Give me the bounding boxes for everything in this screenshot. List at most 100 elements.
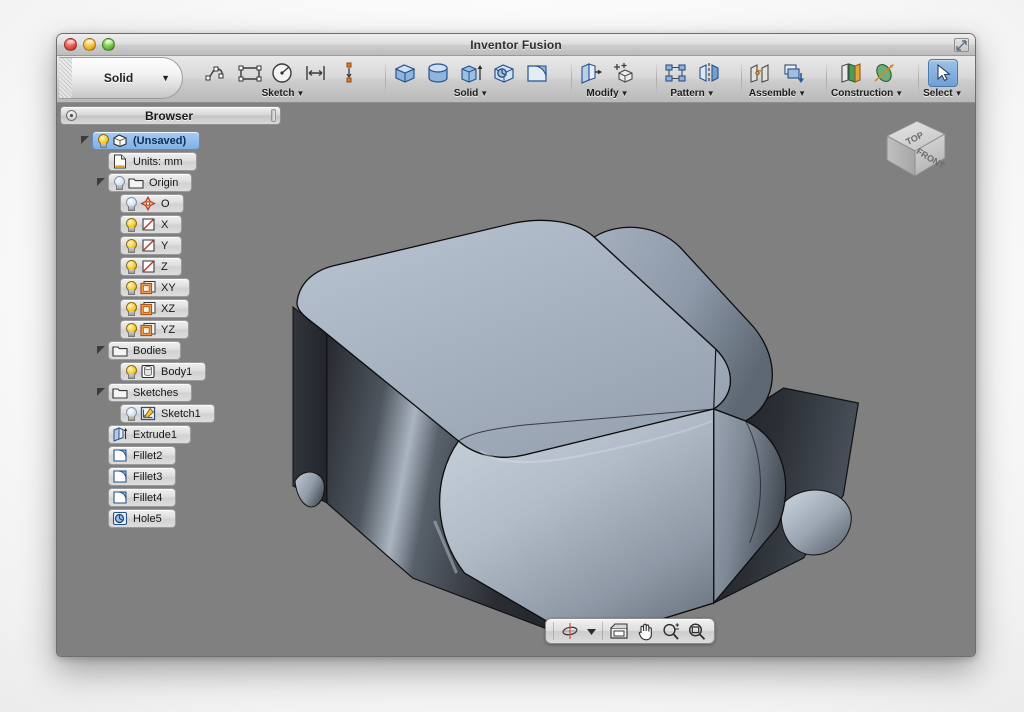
disclosure-triangle-icon[interactable] [97, 346, 106, 355]
toolgroup-label-text: Assemble [748, 88, 797, 99]
tree-item-bodies[interactable]: Bodies [108, 341, 181, 360]
main-content: Browser (Unsaved) Units: mm Origin O X Y Z XY XZ… [57, 103, 975, 657]
tree-item-xy[interactable]: XY [120, 278, 190, 297]
select-arrow-icon[interactable] [927, 59, 958, 87]
visibility-bulb-icon[interactable] [124, 238, 137, 253]
tree-item-sketches[interactable]: Sketches [108, 383, 193, 402]
tree-item-label: Z [161, 260, 168, 273]
construction-plane-icon[interactable] [836, 59, 866, 87]
chevron-down-icon[interactable]: ▼ [955, 88, 963, 99]
chevron-down-icon[interactable]: ▼ [161, 73, 170, 83]
view-cube[interactable]: TOP FRONT [877, 113, 953, 185]
tree-row: (Unsaved) [57, 130, 285, 151]
tree-item-xz[interactable]: XZ [120, 299, 190, 318]
visibility-bulb-icon[interactable] [124, 217, 137, 232]
chevron-down-icon[interactable]: ▼ [895, 88, 903, 99]
chevron-down-icon[interactable]: ▼ [798, 88, 806, 99]
navbar-divider [602, 622, 603, 640]
tree-item-origin[interactable]: Origin [108, 173, 193, 192]
tree-item-hole5[interactable]: Hole5 [108, 509, 176, 528]
solid-extrude-icon[interactable] [456, 59, 486, 87]
assemble-insert-icon[interactable] [779, 59, 809, 87]
look-at-icon[interactable] [607, 620, 631, 642]
tree-item-y[interactable]: Y [120, 236, 183, 255]
disclosure-triangle-icon[interactable] [81, 136, 90, 145]
visibility-bulb-icon[interactable] [124, 322, 137, 337]
sketch-constraint-icon[interactable] [334, 59, 364, 87]
tree-row: Origin [57, 172, 285, 193]
visibility-bulb-icon[interactable] [124, 301, 137, 316]
tree-row: X [57, 214, 285, 235]
title-bar: Inventor Fusion [57, 34, 975, 56]
construction-axis-icon[interactable] [869, 59, 899, 87]
tree-item-label: Fillet4 [133, 491, 163, 504]
tree-item-z[interactable]: Z [120, 257, 182, 276]
visibility-bulb-icon[interactable] [112, 175, 125, 190]
close-button[interactable] [64, 38, 77, 51]
tree-item-x[interactable]: X [120, 215, 183, 234]
orbit-dropdown-caret[interactable] [584, 620, 598, 642]
orbit-icon[interactable] [558, 620, 582, 642]
tree-item-body1[interactable]: Body1 [120, 362, 207, 381]
sketch-rectangle-icon[interactable] [235, 59, 265, 87]
zoom-button[interactable] [102, 38, 115, 51]
sketch-circle-icon[interactable] [268, 59, 298, 87]
zoom-in-out-icon[interactable] [659, 620, 683, 642]
toolgroup-construction-label: Construction ▼ [831, 88, 903, 99]
document-solid-icon [112, 133, 128, 148]
tree-row: Bodies [57, 340, 285, 361]
browser-scroll-grip[interactable] [271, 109, 276, 122]
modify-press-pull-icon[interactable] [576, 59, 606, 87]
solid-fillet-icon[interactable] [522, 59, 552, 87]
zoom-window-icon[interactable] [685, 620, 709, 642]
toolgroup-pattern: Pattern ▼ [656, 56, 729, 102]
tree-item-fillet3[interactable]: Fillet3 [108, 467, 177, 486]
tree-item-fillet2[interactable]: Fillet2 [108, 446, 177, 465]
tree-item-yz[interactable]: YZ [120, 320, 190, 339]
visibility-bulb-icon[interactable] [124, 280, 137, 295]
visibility-bulb-icon[interactable] [124, 364, 137, 379]
tree-item-extrude1[interactable]: Extrude1 [108, 425, 192, 444]
assemble-joint-icon[interactable] [746, 59, 776, 87]
workspace-selector[interactable]: Solid ▼ [59, 57, 183, 99]
chevron-down-icon[interactable]: ▼ [707, 88, 715, 99]
sketch-dimension-icon[interactable] [301, 59, 331, 87]
tree-item-o[interactable]: O [120, 194, 184, 213]
body1-solid-model[interactable] [285, 103, 975, 657]
tree-item-label: Fillet3 [133, 470, 163, 483]
toolgroup-pattern-label: Pattern ▼ [670, 88, 714, 99]
modify-move-icon[interactable] [609, 59, 639, 87]
pan-hand-icon[interactable] [633, 620, 657, 642]
chevron-down-icon[interactable]: ▼ [480, 88, 488, 99]
toolgroup-label-text: Sketch [261, 88, 295, 99]
3d-viewport[interactable]: TOP FRONT [285, 103, 975, 657]
visibility-bulb-icon[interactable] [124, 196, 137, 211]
solid-hole-icon[interactable] [489, 59, 519, 87]
tree-item-units-mm[interactable]: Units: mm [108, 152, 197, 171]
toolgroup-label-text: Modify [586, 88, 619, 99]
disclosure-triangle-icon[interactable] [97, 178, 106, 187]
maximize-grip-icon[interactable] [954, 38, 969, 52]
visibility-bulb-icon[interactable] [124, 406, 137, 421]
visibility-bulb-icon[interactable] [96, 133, 109, 148]
tree-item-sketch1[interactable]: Sketch1 [120, 404, 215, 423]
visibility-bulb-icon[interactable] [124, 259, 137, 274]
pattern-mirror-icon[interactable] [694, 59, 724, 87]
units-page-icon [112, 154, 128, 169]
chevron-down-icon[interactable]: ▼ [296, 88, 304, 99]
tree-item-label: Units: mm [133, 155, 183, 168]
solid-box-icon[interactable] [390, 59, 420, 87]
toolgroup-label-text: Solid [453, 88, 479, 99]
minimize-button[interactable] [83, 38, 96, 51]
chevron-down-icon[interactable]: ▼ [621, 88, 629, 99]
pattern-rectangular-icon[interactable] [661, 59, 691, 87]
window-controls [64, 38, 115, 51]
tree-item-unsaved[interactable]: (Unsaved) [92, 131, 201, 150]
tree-item-label: Sketches [133, 386, 179, 399]
solid-cylinder-icon[interactable] [423, 59, 453, 87]
browser-title: Browser [144, 108, 194, 123]
sketch-line-icon[interactable] [202, 59, 232, 87]
disclosure-triangle-icon[interactable] [97, 388, 106, 397]
tree-item-fillet4[interactable]: Fillet4 [108, 488, 177, 507]
tree-item-label: O [161, 197, 170, 210]
